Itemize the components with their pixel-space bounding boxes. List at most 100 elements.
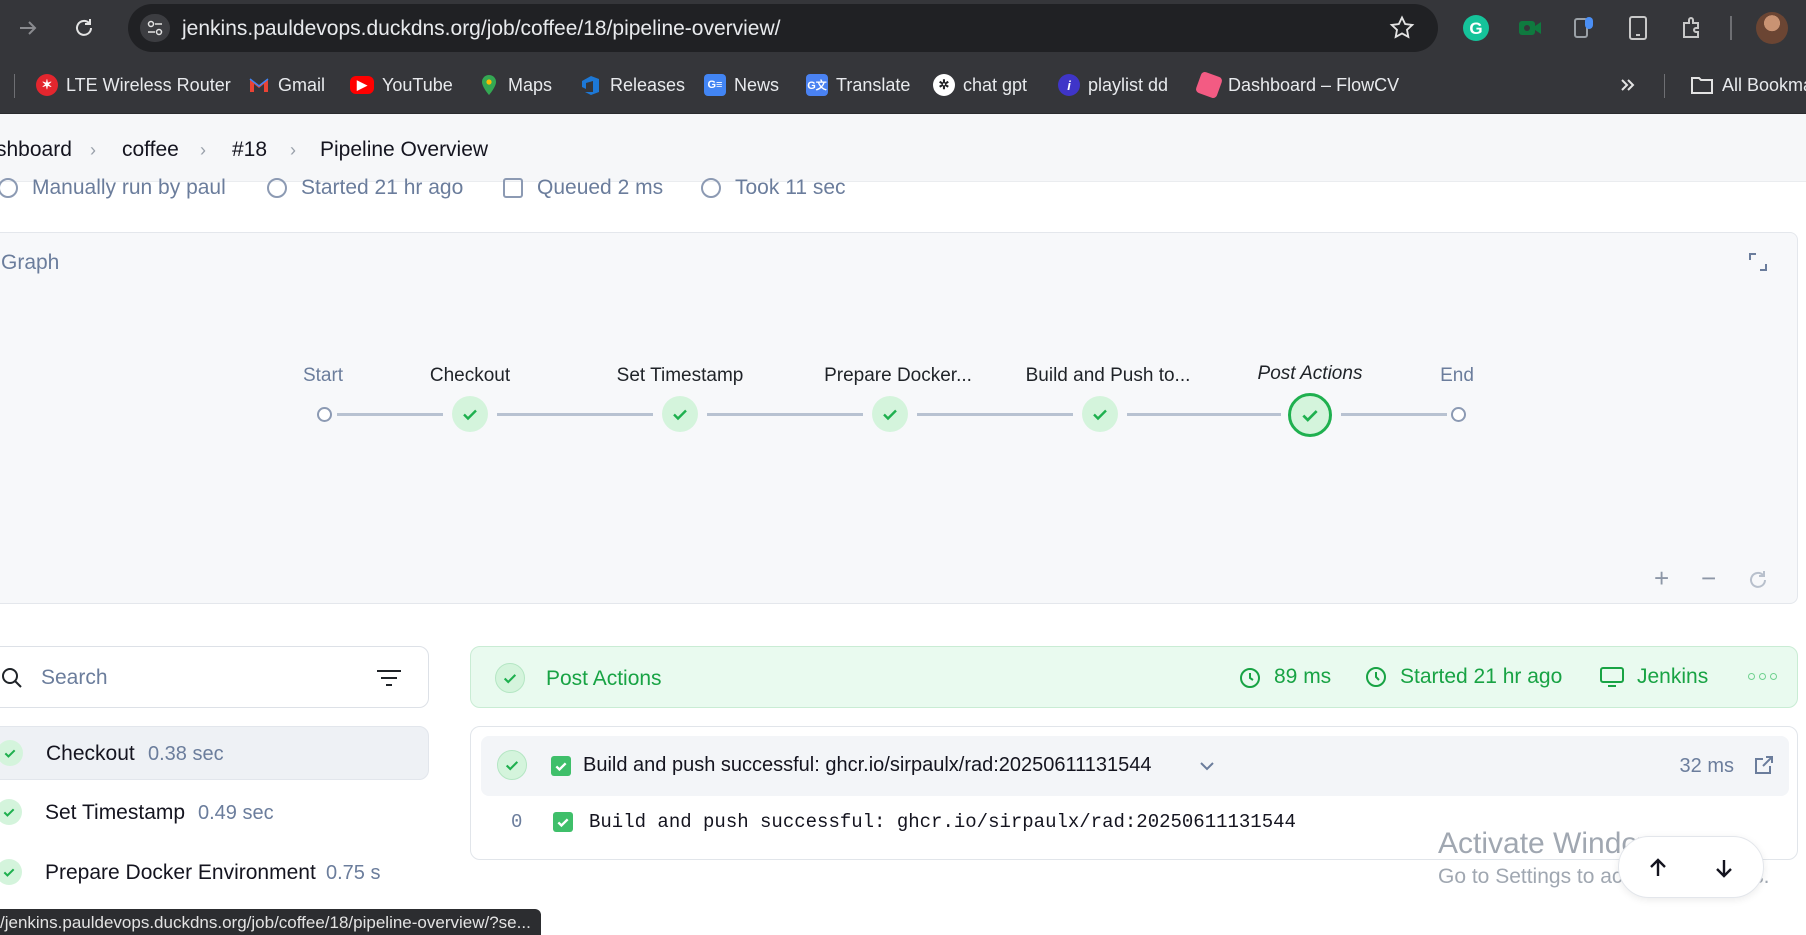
check-icon: [463, 409, 477, 421]
azure-devops-icon: [580, 74, 602, 96]
site-info-icon[interactable]: [140, 14, 170, 42]
stage-node-build-push[interactable]: [1082, 396, 1118, 432]
forward-icon[interactable]: [10, 10, 46, 46]
tablet-icon[interactable]: [1622, 12, 1654, 44]
maps-icon: [478, 74, 500, 96]
chevron-right-icon: ›: [290, 140, 296, 160]
stage-label-build-push[interactable]: Build and Push to...: [1026, 365, 1191, 387]
check-icon: [0, 740, 23, 766]
bookmark-releases[interactable]: Releases: [580, 72, 685, 98]
bookmark-youtube[interactable]: ▶ YouTube: [350, 72, 453, 98]
gmail-icon: [248, 74, 270, 96]
folder-icon: [1691, 77, 1713, 94]
check-icon: [497, 750, 527, 780]
stage-label-post-actions[interactable]: Post Actions: [1258, 363, 1363, 385]
breadcrumb-current: Pipeline Overview: [320, 138, 489, 161]
stage-node-prepare-docker[interactable]: [872, 396, 908, 432]
bookmark-translate[interactable]: G文 Translate: [806, 72, 910, 98]
bookmark-maps[interactable]: Maps: [478, 72, 552, 98]
started-text: Started 21 hr ago: [301, 176, 464, 199]
bookmark-label: YouTube: [382, 74, 453, 95]
router-bookmark-icon: ✶: [36, 74, 58, 96]
stage-duration: 0.49 sec: [198, 802, 274, 824]
address-bar[interactable]: jenkins.pauldevops.duckdns.org/job/coffe…: [128, 4, 1438, 52]
bookmark-label: chat gpt: [963, 74, 1028, 95]
run-duration: Took 11 sec: [701, 176, 846, 200]
graph-edge: [337, 413, 443, 416]
chevron-right-icon: ›: [200, 140, 206, 160]
step-duration: 32 ms: [1679, 755, 1734, 777]
bookmark-label: Releases: [610, 74, 686, 95]
open-external-icon[interactable]: [1753, 754, 1775, 776]
profile-avatar[interactable]: [1756, 12, 1788, 44]
reset-zoom-icon[interactable]: [1747, 569, 1769, 596]
toolbar-divider: [1730, 16, 1732, 40]
bookmark-divider: [1664, 74, 1665, 98]
flowcv-icon: [1194, 70, 1224, 100]
breadcrumb-job[interactable]: coffee: [122, 138, 179, 162]
bookmark-star-icon[interactable]: [1388, 14, 1416, 42]
url-text[interactable]: jenkins.pauldevops.duckdns.org/job/coffe…: [182, 17, 781, 41]
more-options-icon[interactable]: [1748, 673, 1777, 680]
run-by-text: Manually run by paul: [32, 176, 226, 199]
graph-title: Graph: [1, 251, 60, 274]
computer-icon: [1600, 667, 1624, 687]
bookmark-playlist[interactable]: i playlist dd: [1058, 72, 1168, 98]
stage-name: Checkout: [46, 742, 135, 765]
bookmark-label: LTE Wireless Router: [66, 74, 231, 95]
bookmark-flowcv[interactable]: Dashboard – FlowCV: [1194, 70, 1400, 100]
run-started: Started 21 hr ago: [267, 176, 463, 200]
step-row[interactable]: Build and push successful: ghcr.io/sirpa…: [481, 736, 1789, 796]
clock-icon: [267, 178, 287, 198]
chevron-down-icon[interactable]: [1198, 757, 1216, 775]
bookmark-gmail[interactable]: Gmail: [248, 72, 325, 98]
agent-text[interactable]: Jenkins: [1637, 665, 1708, 689]
stage-label-checkout[interactable]: Checkout: [430, 365, 510, 387]
search-input[interactable]: [41, 661, 341, 695]
voice-extension-icon[interactable]: [1568, 12, 1600, 44]
bookmark-chatgpt[interactable]: ✲ chat gpt: [933, 72, 1027, 98]
log-line-text: Build and push successful: ghcr.io/sirpa…: [589, 811, 1296, 833]
check-icon: [673, 409, 687, 421]
bookmark-lte-router[interactable]: ✶ LTE Wireless Router: [36, 72, 231, 98]
checkmark-emoji-icon: [553, 812, 573, 832]
chatgpt-icon: ✲: [933, 74, 955, 96]
grammarly-icon[interactable]: G: [1460, 12, 1492, 44]
browser-toolbar: jenkins.pauldevops.duckdns.org/job/coffe…: [0, 0, 1806, 56]
extensions-icon[interactable]: [1676, 12, 1708, 44]
filter-icon[interactable]: [376, 669, 402, 687]
bookmark-label: Dashboard – FlowCV: [1228, 74, 1400, 95]
google-news-icon: G≡: [704, 74, 726, 96]
log-line-number[interactable]: 0: [511, 811, 543, 833]
stage-label-set-timestamp[interactable]: Set Timestamp: [617, 365, 744, 387]
stage-list-item-checkout[interactable]: Checkout 0.38 sec: [0, 726, 429, 780]
all-bookmarks[interactable]: All Bookmarks: [1690, 72, 1806, 98]
svg-text:G: G: [1469, 19, 1482, 38]
hourglass-icon: [503, 178, 523, 198]
stage-list-item-set-timestamp[interactable]: Set Timestamp 0.49 sec: [0, 786, 429, 840]
reload-icon[interactable]: [66, 10, 102, 46]
zoom-in-button[interactable]: +: [1654, 563, 1669, 594]
more-bookmarks-chevron-icon[interactable]: [1618, 72, 1638, 98]
bookmark-label: News: [734, 74, 780, 95]
stage-node-set-timestamp[interactable]: [662, 396, 698, 432]
scroll-controls: [1618, 836, 1764, 898]
search-icon: [1, 667, 23, 689]
expand-icon[interactable]: [1747, 251, 1769, 273]
google-translate-icon: G文: [806, 74, 828, 96]
meet-extension-icon[interactable]: [1514, 12, 1546, 44]
zoom-out-button[interactable]: −: [1701, 563, 1716, 594]
stage-label-prepare-docker[interactable]: Prepare Docker...: [824, 365, 972, 387]
scroll-down-icon[interactable]: [1705, 849, 1743, 887]
duration-text: 89 ms: [1274, 665, 1332, 688]
bookmark-news[interactable]: G≡ News: [704, 72, 779, 98]
stage-list-item-prepare-docker[interactable]: Prepare Docker Environment 0.75 s: [0, 846, 429, 900]
breadcrumb-dashboard[interactable]: shboard: [0, 138, 72, 162]
breadcrumb-build[interactable]: #18: [232, 138, 267, 162]
stage-node-post-actions[interactable]: [1288, 393, 1332, 437]
timer-icon: [701, 178, 721, 198]
stage-label-start: Start: [302, 365, 344, 386]
graph-edge: [917, 413, 1073, 416]
scroll-up-icon[interactable]: [1639, 849, 1677, 887]
stage-node-checkout[interactable]: [452, 396, 488, 432]
